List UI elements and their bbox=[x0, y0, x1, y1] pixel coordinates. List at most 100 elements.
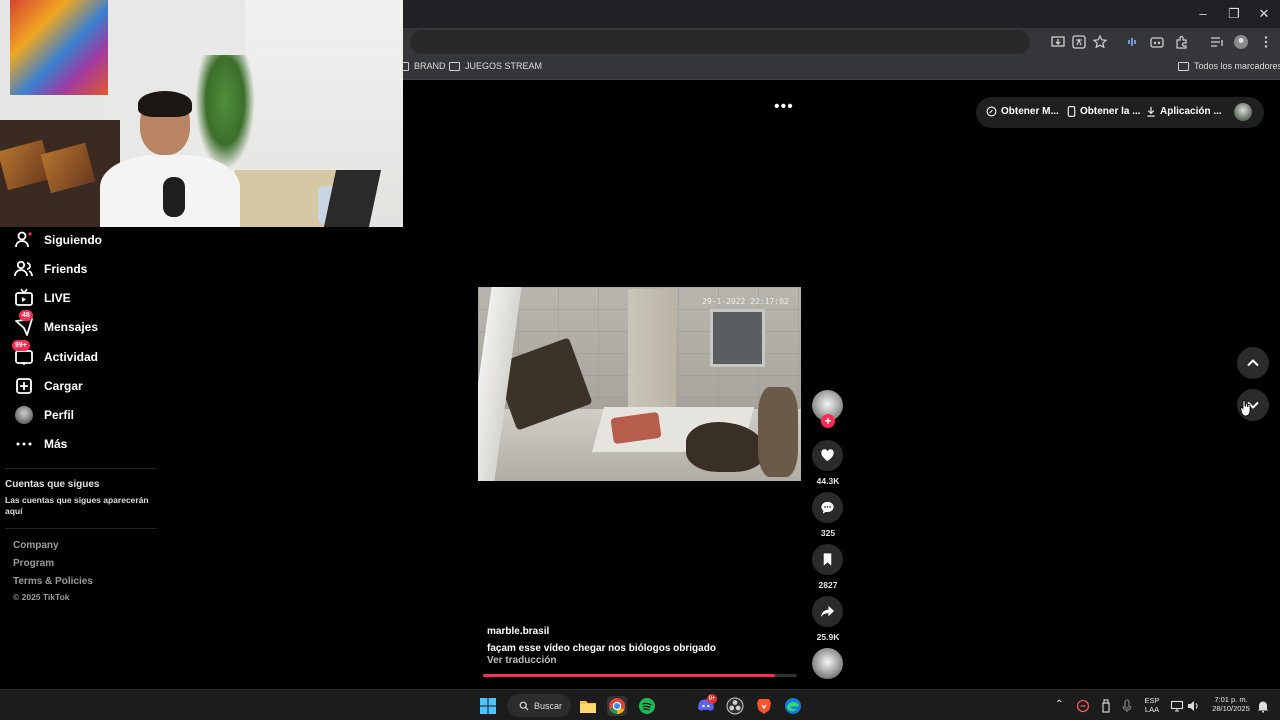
download-app-button[interactable]: Aplicación ... bbox=[1146, 106, 1222, 117]
speaker-icon[interactable] bbox=[1125, 34, 1141, 50]
sidebar-item-actividad[interactable]: 99+ Actividad bbox=[12, 340, 99, 369]
browser-menu-icon[interactable] bbox=[1258, 34, 1274, 50]
upload-icon bbox=[14, 376, 34, 396]
activity-icon: 99+ bbox=[12, 340, 34, 367]
download-icon bbox=[1147, 106, 1155, 117]
video-door bbox=[628, 289, 676, 419]
get-app-button[interactable]: Obtener la ... bbox=[1067, 106, 1141, 117]
windows-start-icon[interactable] bbox=[478, 696, 498, 716]
bookmark-brand[interactable]: BRAND bbox=[398, 61, 446, 71]
webcam-overlay bbox=[0, 0, 403, 227]
following-icon bbox=[14, 230, 34, 250]
like-count: 44.3K bbox=[816, 476, 840, 486]
share-icon bbox=[820, 605, 835, 618]
webcam-hair bbox=[138, 91, 192, 117]
notifications-icon[interactable] bbox=[1256, 699, 1270, 713]
chevron-up-icon bbox=[1247, 359, 1259, 367]
following-accounts-title: Cuentas que sigues bbox=[5, 479, 100, 490]
footer-company-link[interactable]: Company bbox=[13, 540, 59, 551]
restore-button[interactable]: ❐ bbox=[1219, 4, 1249, 24]
discord-badge: 9+ bbox=[707, 694, 717, 704]
get-app-label: Obtener la ... bbox=[1080, 106, 1141, 117]
sidebar-item-label: Friends bbox=[44, 262, 88, 276]
folder-icon bbox=[1178, 61, 1189, 71]
extension-gamepad-icon[interactable] bbox=[1149, 34, 1165, 50]
spotify-icon[interactable] bbox=[637, 696, 657, 716]
obs-icon[interactable] bbox=[725, 696, 745, 716]
media-controls-icon[interactable] bbox=[1209, 34, 1225, 50]
footer-terms-link[interactable]: Terms & Policies bbox=[13, 576, 93, 587]
download-app-label: Aplicación ... bbox=[1160, 106, 1222, 117]
like-button[interactable] bbox=[812, 440, 843, 471]
network-icon[interactable] bbox=[1170, 699, 1184, 713]
bookmark-star-icon[interactable] bbox=[1092, 34, 1108, 50]
sound-disc-avatar[interactable] bbox=[812, 648, 843, 679]
clock[interactable]: 7:01 p. m. 28/10/2025 bbox=[1206, 695, 1256, 713]
heart-icon bbox=[821, 449, 834, 462]
volume-icon[interactable] bbox=[1186, 699, 1200, 713]
sidebar-item-cargar[interactable]: Cargar bbox=[14, 374, 83, 398]
coin-icon bbox=[986, 106, 997, 117]
bookmark-label: BRAND bbox=[414, 61, 446, 71]
previous-video-button[interactable] bbox=[1237, 347, 1269, 379]
sidebar-item-mensajes[interactable]: 48 Mensajes bbox=[14, 310, 98, 339]
get-coins-button[interactable]: Obtener M... bbox=[986, 106, 1059, 117]
close-window-button[interactable]: ✕ bbox=[1249, 4, 1279, 24]
bookmark-icon bbox=[823, 553, 832, 566]
profile-avatar-icon[interactable] bbox=[1233, 34, 1249, 50]
usb-icon[interactable] bbox=[1099, 699, 1113, 713]
edge-icon[interactable] bbox=[783, 696, 803, 716]
minimize-button[interactable]: – bbox=[1188, 4, 1218, 24]
more-options-icon[interactable]: ••• bbox=[774, 98, 794, 116]
extensions-puzzle-icon[interactable] bbox=[1174, 34, 1190, 50]
sidebar-item-label: Perfil bbox=[44, 408, 75, 422]
all-bookmarks[interactable]: Todos los marcadores bbox=[1178, 61, 1280, 71]
user-avatar[interactable] bbox=[1234, 103, 1252, 121]
share-button[interactable] bbox=[812, 596, 843, 627]
sidebar-item-perfil[interactable]: Perfil bbox=[14, 403, 74, 427]
friends-icon bbox=[14, 259, 34, 279]
get-coins-label: Obtener M... bbox=[1001, 106, 1059, 117]
save-button[interactable] bbox=[812, 544, 843, 575]
sidebar-item-mas[interactable]: Más bbox=[14, 432, 67, 456]
sidebar-item-friends[interactable]: Friends bbox=[14, 257, 87, 281]
sidebar-item-live[interactable]: LIVE bbox=[14, 286, 71, 310]
show-hidden-icons[interactable]: ⌃ bbox=[1055, 700, 1063, 710]
copyright: © 2025 TikTok bbox=[13, 592, 70, 602]
video-username[interactable]: marble.brasil bbox=[487, 626, 549, 637]
address-bar[interactable] bbox=[410, 30, 1030, 54]
brave-icon[interactable] bbox=[754, 696, 774, 716]
sidebar-item-siguiendo[interactable]: Siguiendo bbox=[14, 228, 102, 252]
language-indicator[interactable]: ESP LAA bbox=[1141, 696, 1163, 714]
follow-plus-button[interactable]: + bbox=[821, 414, 835, 428]
video-progress-fill bbox=[483, 674, 776, 677]
messages-icon: 48 bbox=[14, 310, 34, 337]
sidebar-divider bbox=[5, 468, 157, 469]
see-translation-link[interactable]: Ver traducción bbox=[487, 655, 556, 666]
comment-button[interactable] bbox=[812, 492, 843, 523]
footer-program-link[interactable]: Program bbox=[13, 558, 54, 569]
clock-date: 28/10/2025 bbox=[1212, 704, 1250, 713]
taskbar-search[interactable]: Buscar bbox=[507, 694, 571, 717]
folder-icon bbox=[449, 61, 460, 71]
tray-app-icon[interactable] bbox=[1076, 699, 1090, 713]
chrome-icon[interactable] bbox=[607, 696, 627, 716]
video-player[interactable]: 29-1-2022 22:17:02 bbox=[478, 287, 801, 481]
video-person bbox=[758, 387, 798, 477]
microphone-icon[interactable] bbox=[1120, 699, 1134, 713]
sidebar-item-label: Actividad bbox=[44, 350, 99, 364]
messages-badge: 48 bbox=[19, 310, 33, 321]
bookmark-juegos-stream[interactable]: JUEGOS STREAM bbox=[449, 61, 542, 71]
following-accounts-empty: Las cuentas que sigues aparecerán aquí bbox=[5, 495, 149, 516]
live-tv-icon bbox=[14, 288, 34, 308]
clock-time: 7:01 p. m. bbox=[1214, 695, 1248, 704]
all-bookmarks-label: Todos los marcadores bbox=[1194, 61, 1280, 71]
top-actions-pill: Obtener M... Obtener la ... Aplicación .… bbox=[976, 97, 1264, 128]
taskbar-search-label: Buscar bbox=[534, 700, 563, 711]
webcam-microphone bbox=[163, 177, 185, 217]
video-window bbox=[710, 309, 765, 367]
video-progress-bar[interactable] bbox=[483, 674, 797, 677]
file-explorer-icon[interactable] bbox=[578, 696, 598, 716]
translate-icon[interactable] bbox=[1071, 34, 1087, 50]
install-app-icon[interactable] bbox=[1050, 34, 1066, 50]
